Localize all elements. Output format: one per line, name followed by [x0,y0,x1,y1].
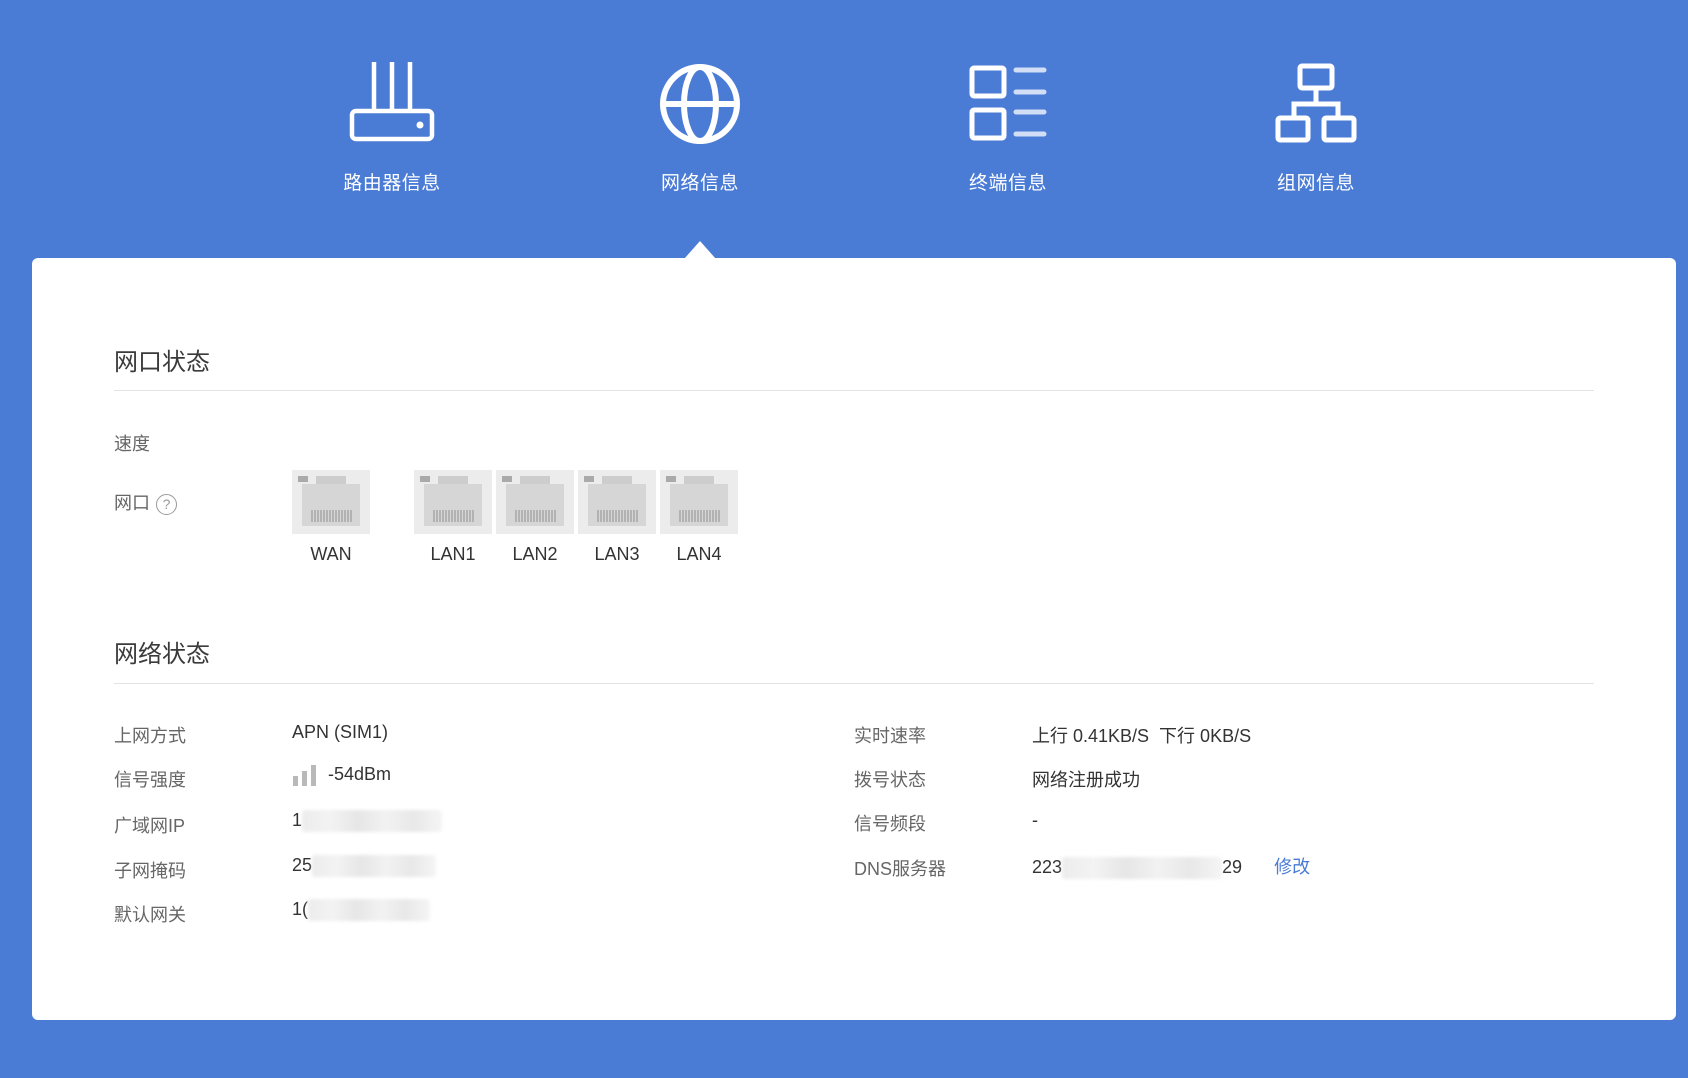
default-gateway-label: 默认网关 [114,905,186,925]
wan-ip-value: 1 [292,810,443,833]
port-label: 网口 [114,493,150,513]
signal-strength-value: -54dBm [328,764,392,784]
nav-network-info[interactable]: 网络信息 [590,48,810,208]
nav-device-info-label: 终端信息 [968,173,1047,194]
ethernet-port-icon [298,476,360,526]
port-lan2[interactable] [496,470,574,534]
content-card: 网口状态 速度 网口? WAN LAN1 LAN2 LAN3 LAN4 网络状态… [32,258,1676,1020]
nav-device-info[interactable]: 终端信息 [898,48,1118,208]
signal-bars-icon [293,765,316,787]
port-lan2-label: LAN2 [512,544,558,564]
help-icon[interactable]: ? [156,493,177,515]
signal-strength-label: 信号强度 [114,770,186,790]
ethernet-port-icon [666,476,728,526]
realtime-speed-value: 上行 0.41KB/S 下行 0KB/S [1032,726,1252,746]
subnet-mask-label: 子网掩码 [114,861,186,881]
port-wan[interactable] [292,470,370,534]
edit-dns-link[interactable]: 修改 [1274,857,1310,877]
port-lan1-label: LAN1 [430,544,476,564]
nav-mesh-info[interactable]: 组网信息 [1206,48,1426,208]
subnet-mask-visible-part: 25 [292,855,313,875]
access-mode-value: APN (SIM1) [292,722,389,742]
port-status-title: 网口状态 [114,349,210,376]
port-label-row: 网口? [114,489,177,515]
wan-ip-visible-part: 1 [292,810,303,830]
port-wan-label: WAN [310,544,352,564]
wan-ip-label: 广域网IP [114,816,186,836]
nav-router-info[interactable]: 路由器信息 [282,48,502,208]
divider [114,683,1594,684]
port-lan3[interactable] [578,470,656,534]
signal-strength-row: -54dBm [292,764,392,787]
dial-status-label: 拨号状态 [854,770,926,790]
realtime-speed-label: 实时速率 [854,726,926,746]
globe-icon [660,64,740,144]
dns-server-label: DNS服务器 [854,859,947,879]
divider [114,390,1594,391]
network-status-title: 网络状态 [114,641,210,668]
port-lan4-label: LAN4 [676,544,722,564]
top-nav: 路由器信息 网络信息 终端信息 组网信息 [0,0,1688,259]
subnet-mask-value: 25 [292,855,437,878]
ethernet-port-icon [420,476,482,526]
dns-server-visible-prefix: 223 [1032,857,1063,877]
router-icon [349,62,435,142]
ethernet-port-icon [584,476,646,526]
dial-status-value: 网络注册成功 [1032,770,1140,790]
port-lan4[interactable] [660,470,738,534]
redacted-mask [1062,857,1223,880]
default-gateway-value: 1( [292,899,431,922]
active-tab-indicator [684,241,716,259]
redacted-mask [312,855,437,878]
network-topology-icon [1275,63,1357,143]
port-lan3-label: LAN3 [594,544,640,564]
nav-network-info-label: 网络信息 [660,173,739,194]
redacted-mask [308,899,431,922]
speed-label: 速度 [114,434,150,454]
dns-server-visible-suffix: 29 [1222,857,1243,877]
redacted-mask [302,810,443,833]
ethernet-port-icon [502,476,564,526]
nav-mesh-info-label: 组网信息 [1276,173,1355,194]
device-list-icon [969,65,1047,141]
dns-server-value: 223 29 修改 [1032,853,1310,880]
port-lan1[interactable] [414,470,492,534]
default-gateway-visible-part: 1( [292,899,309,919]
access-mode-label: 上网方式 [114,726,186,746]
signal-band-label: 信号频段 [854,814,926,834]
signal-band-value: - [1032,810,1038,830]
nav-router-info-label: 路由器信息 [343,173,441,194]
